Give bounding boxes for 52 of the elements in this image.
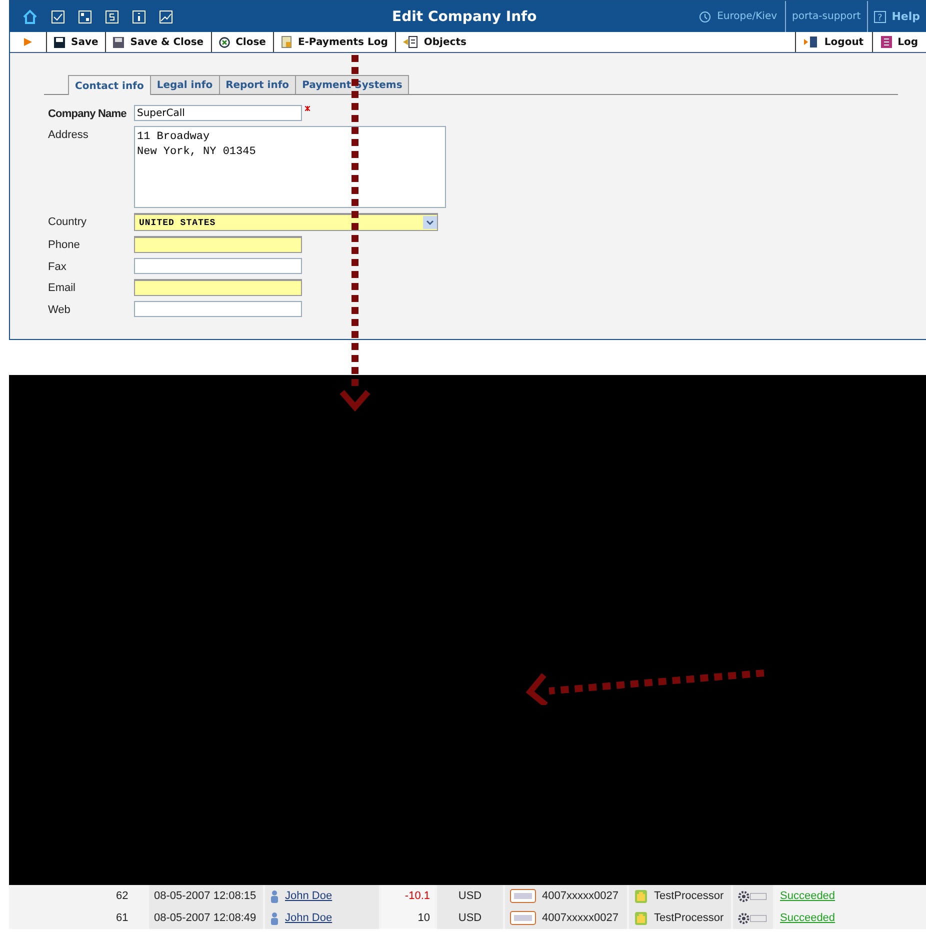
- country-dropdown[interactable]: UNITED STATES: [134, 213, 438, 231]
- help-link[interactable]: Help: [892, 10, 920, 23]
- field-label: Fax: [48, 260, 68, 273]
- card-number: 4007xxxxx0027: [542, 912, 618, 924]
- test-gear-icon: [738, 912, 768, 924]
- tab[interactable]: Report info: [218, 75, 296, 94]
- tab[interactable]: Legal info: [150, 75, 220, 94]
- timezone-link[interactable]: Europe/Kiev: [717, 11, 778, 22]
- field-label: Company Name: [48, 107, 128, 120]
- document-icon: [280, 36, 292, 48]
- field-label: Web: [48, 303, 72, 316]
- processor-name: TestProcessor: [654, 912, 724, 924]
- table-cell: 08-05-2007 12:08:49: [149, 907, 263, 929]
- field-label: Email: [48, 281, 77, 294]
- book-icon: [880, 36, 892, 48]
- chart-icon[interactable]: [159, 10, 173, 24]
- test-gear-icon: [738, 890, 768, 902]
- help-icon: ?: [874, 10, 886, 22]
- text-field[interactable]: [134, 279, 302, 296]
- field-label: Address: [48, 128, 90, 141]
- window-title: Edit Company Info: [391, 8, 538, 24]
- address-field[interactable]: 11 Broadway New York, NY 01345: [134, 126, 446, 208]
- table-cell: USD: [437, 907, 503, 929]
- play-icon[interactable]: [24, 38, 32, 46]
- clock-icon: [699, 10, 712, 22]
- home-icon[interactable]: [22, 8, 38, 24]
- card-number: 4007xxxxx0027: [542, 890, 618, 902]
- required-asterisk-icon: [305, 106, 310, 111]
- person-icon: [270, 890, 279, 902]
- person-icon: [270, 912, 279, 924]
- card-icon: [510, 911, 536, 925]
- field-label: Phone: [48, 238, 81, 251]
- table-cell: 08-05-2007 12:08:15: [149, 885, 263, 907]
- text-field[interactable]: SuperCall: [134, 105, 302, 121]
- dropdown-caret-icon: [423, 216, 437, 229]
- close-icon: [218, 36, 230, 48]
- door-icon: [804, 36, 818, 48]
- objects-icon: [402, 36, 418, 48]
- text-field[interactable]: [134, 258, 302, 274]
- field-label: Country: [48, 215, 88, 228]
- hand-icon: [634, 888, 648, 904]
- card-icon: [510, 889, 536, 903]
- dollar-icon[interactable]: [105, 10, 119, 24]
- text-field[interactable]: [134, 236, 302, 253]
- info-icon[interactable]: [132, 10, 146, 24]
- text-field[interactable]: [134, 301, 302, 317]
- table-cell: USD: [437, 885, 503, 907]
- grid-icon[interactable]: [78, 10, 92, 24]
- tab[interactable]: Contact info: [68, 75, 151, 95]
- processor-name: TestProcessor: [654, 890, 724, 902]
- checkbox-icon[interactable]: [51, 10, 65, 24]
- hand-icon: [634, 910, 648, 926]
